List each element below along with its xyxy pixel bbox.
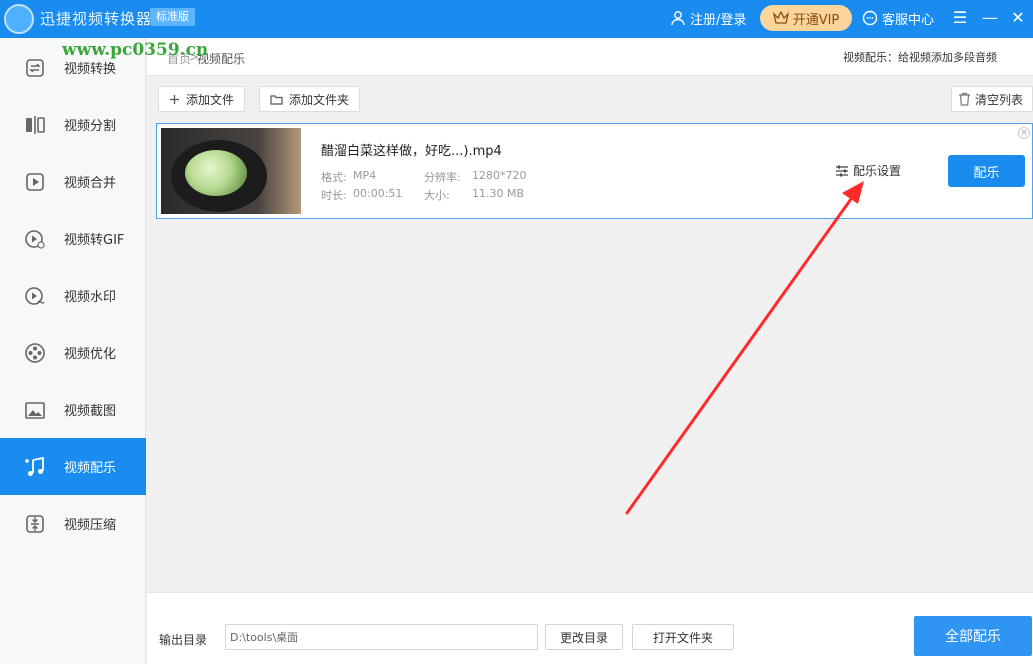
sidebar-item-compress[interactable]: 视频压缩 bbox=[0, 495, 146, 552]
video-thumbnail bbox=[161, 128, 301, 214]
gif-icon bbox=[22, 226, 48, 252]
add-file-button[interactable]: 添加文件 bbox=[158, 86, 246, 112]
user-icon bbox=[671, 11, 685, 26]
folder-icon bbox=[270, 94, 283, 105]
merge-icon bbox=[22, 169, 48, 195]
file-name: 醋溜白菜这样做，好吃...).mp4 bbox=[321, 144, 502, 159]
login-button[interactable]: 注册/登录 bbox=[670, 8, 746, 28]
sidebar-item-split[interactable]: 视频分割 bbox=[0, 96, 146, 153]
duration-value: 00:00:51 bbox=[353, 187, 403, 200]
sidebar-item-gif[interactable]: 视频转GIF bbox=[0, 210, 146, 267]
vip-label: 开通VIP bbox=[792, 12, 840, 28]
music-settings-label: 配乐设置 bbox=[853, 164, 902, 178]
sidebar-item-music[interactable]: 视频配乐 bbox=[0, 438, 146, 495]
chat-icon bbox=[862, 10, 878, 26]
change-dir-button[interactable]: 更改目录 bbox=[545, 624, 623, 650]
sidebar-item-label: 视频转GIF bbox=[64, 233, 125, 248]
watermark-text: www.pc0359.cn bbox=[62, 40, 209, 60]
crown-icon bbox=[772, 11, 789, 24]
compress-icon bbox=[22, 511, 48, 537]
sidebar-item-label: 视频截图 bbox=[64, 404, 117, 419]
watermark-icon bbox=[22, 283, 48, 309]
plus-icon bbox=[170, 94, 179, 104]
optimize-icon bbox=[22, 340, 48, 366]
resolution-label: 分辨率: bbox=[424, 171, 461, 184]
resolution-value: 1280*720 bbox=[472, 169, 527, 182]
music-settings-link[interactable]: 配乐设置 bbox=[835, 162, 901, 179]
sidebar-item-label: 视频水印 bbox=[64, 290, 117, 305]
minimize-icon[interactable]: — bbox=[977, 6, 1003, 30]
sidebar-item-label: 视频分割 bbox=[64, 119, 117, 134]
page-description: 视频配乐：给视频添加多段音频 bbox=[843, 51, 997, 64]
sidebar-item-label: 视频优化 bbox=[64, 347, 117, 362]
sidebar-item-label: 视频配乐 bbox=[64, 461, 117, 476]
vip-button[interactable]: 开通VIP bbox=[760, 5, 852, 31]
trash-icon bbox=[959, 92, 970, 106]
footer-bar: 输出目录 更改目录 打开文件夹 全部配乐 bbox=[147, 592, 1033, 664]
sidebar-item-label: 视频压缩 bbox=[64, 518, 117, 533]
menu-icon[interactable]: ☰ bbox=[947, 6, 973, 30]
sidebar-item-watermark[interactable]: 视频水印 bbox=[0, 267, 146, 324]
open-folder-button[interactable]: 打开文件夹 bbox=[632, 624, 734, 650]
sidebar-item-screenshot[interactable]: 视频截图 bbox=[0, 381, 146, 438]
clear-list-button[interactable]: 清空列表 bbox=[951, 86, 1033, 112]
file-item-card[interactable]: 醋溜白菜这样做，好吃...).mp4 格式: MP4 分辨率: 1280*720… bbox=[156, 123, 1033, 219]
version-badge: 标准版 bbox=[150, 8, 195, 26]
output-dir-label: 输出目录 bbox=[159, 633, 208, 647]
sidebar: 视频转换 视频分割 视频合并 视频转GIF 视频水印 视频优化 视频截图 视频配… bbox=[0, 38, 146, 664]
clear-list-label: 清空列表 bbox=[975, 92, 1024, 107]
split-icon bbox=[22, 112, 48, 138]
sliders-icon bbox=[836, 165, 848, 176]
sidebar-item-label: 视频合并 bbox=[64, 176, 117, 191]
app-logo-icon bbox=[4, 4, 34, 34]
mix-all-button[interactable]: 全部配乐 bbox=[914, 616, 1032, 656]
convert-icon bbox=[22, 55, 48, 81]
app-title: 迅捷视频转换器 bbox=[40, 10, 153, 28]
service-label: 客服中心 bbox=[882, 12, 935, 28]
screenshot-icon bbox=[22, 397, 48, 423]
format-label: 格式: bbox=[321, 171, 347, 184]
login-label: 注册/登录 bbox=[690, 12, 747, 28]
sidebar-item-label: 视频转换 bbox=[64, 62, 117, 77]
mix-music-button[interactable]: 配乐 bbox=[948, 155, 1025, 187]
sidebar-item-merge[interactable]: 视频合并 bbox=[0, 153, 146, 210]
format-value: MP4 bbox=[353, 169, 377, 182]
music-icon bbox=[22, 454, 48, 480]
remove-file-icon[interactable]: × bbox=[1018, 127, 1030, 139]
annotation-arrow bbox=[625, 181, 864, 515]
service-button[interactable]: 客服中心 bbox=[862, 8, 934, 28]
breadcrumb: 首页 > 视频配乐 视频配乐：给视频添加多段音频 bbox=[147, 38, 1033, 76]
duration-label: 时长: bbox=[321, 189, 347, 202]
title-bar: 迅捷视频转换器 标准版 注册/登录 开通VIP 客服中心 ☰ — ✕ bbox=[0, 0, 1033, 38]
add-folder-button[interactable]: 添加文件夹 bbox=[259, 86, 361, 112]
add-file-label: 添加文件 bbox=[186, 92, 235, 107]
size-value: 11.30 MB bbox=[472, 187, 525, 200]
sidebar-item-optimize[interactable]: 视频优化 bbox=[0, 324, 146, 381]
close-icon[interactable]: ✕ bbox=[1005, 6, 1031, 30]
output-dir-input[interactable] bbox=[225, 624, 538, 650]
size-label: 大小: bbox=[424, 189, 450, 202]
add-folder-label: 添加文件夹 bbox=[289, 92, 350, 107]
